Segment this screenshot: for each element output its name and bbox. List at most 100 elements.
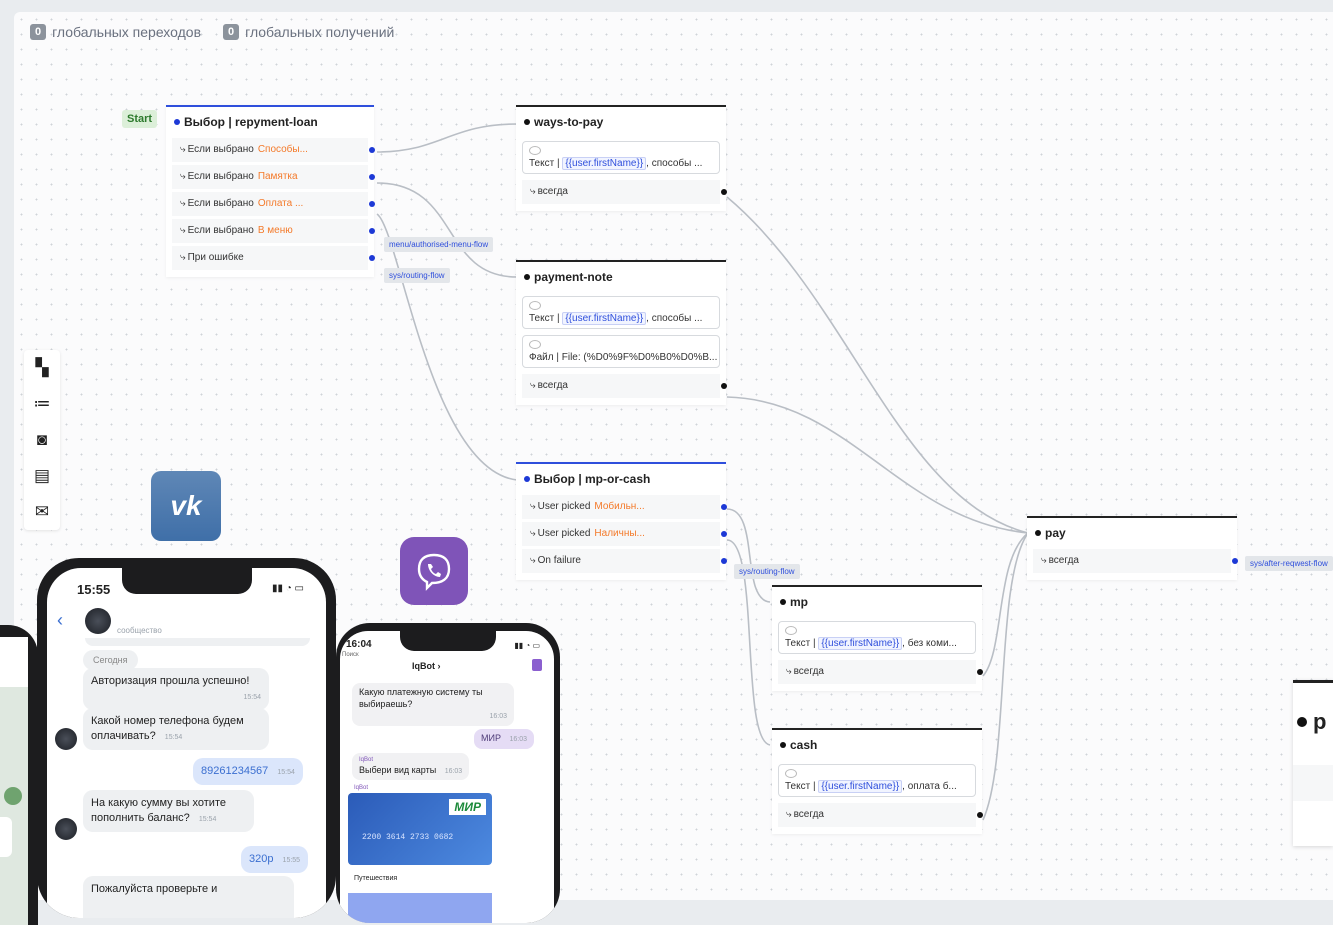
row-value: Памятка bbox=[257, 171, 298, 182]
error-row[interactable]: ⤷ При ошибке bbox=[172, 246, 375, 270]
camera-icon[interactable]: ◙ bbox=[24, 422, 60, 458]
output-port[interactable] bbox=[721, 504, 727, 510]
chat-message-outgoing: 320р 15:55 bbox=[241, 846, 309, 873]
output-port[interactable] bbox=[369, 228, 375, 234]
flow-tag-routing[interactable]: sys/routing-flow bbox=[734, 564, 800, 579]
output-port[interactable] bbox=[721, 558, 727, 564]
node-repayment-loan[interactable]: Выбор | repyment-loan ⤷ Если выбрано Спосо… bbox=[166, 105, 375, 277]
start-badge: Start bbox=[122, 110, 158, 128]
always-row[interactable]: ⤷ всегда bbox=[1033, 549, 1238, 573]
always-row[interactable]: ⤷ всегда bbox=[522, 374, 727, 398]
chat-message: Какой номер телефона будем оплачивать? 1… bbox=[83, 708, 269, 750]
failure-row[interactable]: ⤷ On failure bbox=[522, 549, 727, 573]
bank-card-image[interactable]: МИР 2200 3614 2733 0682 bbox=[348, 793, 492, 865]
node-title-text: ways-to-pay bbox=[534, 115, 604, 129]
file-message[interactable]: Файл | File: (%D0%9F%D0%B0%D0%B... bbox=[522, 335, 720, 368]
output-port[interactable] bbox=[721, 189, 727, 195]
message-time: 15:54 bbox=[198, 815, 217, 823]
input-port[interactable] bbox=[780, 742, 786, 748]
node-mp[interactable]: mp Текст | {{user.firstName}}, без коми.… bbox=[772, 585, 983, 691]
output-port[interactable] bbox=[1232, 558, 1238, 564]
input-port[interactable] bbox=[780, 599, 786, 605]
row-value: Наличны... bbox=[594, 528, 645, 539]
input-port[interactable] bbox=[1035, 530, 1041, 536]
node-payment-note[interactable]: payment-note Текст | {{user.firstName}},… bbox=[516, 260, 727, 405]
status-time: 15:55 bbox=[77, 582, 111, 597]
branch-icon: ⤷ bbox=[180, 252, 186, 263]
bot-avatar bbox=[55, 818, 77, 840]
always-row[interactable]: ⤷ всегда bbox=[778, 803, 983, 827]
message-time: 16:03 bbox=[509, 736, 528, 743]
choice-row[interactable]: ⤷ User picked Наличны... bbox=[522, 522, 727, 546]
counter-badge: 0 bbox=[30, 24, 47, 40]
numbered-list-icon[interactable]: ≔ bbox=[24, 386, 60, 422]
branch-icon: ⤷ bbox=[530, 555, 536, 566]
counter-label: глобальных получений bbox=[245, 24, 395, 40]
choice-row[interactable]: ⤷ Если выбрано Памятка bbox=[172, 165, 375, 189]
mail-icon[interactable]: ✉ bbox=[24, 494, 60, 530]
output-port[interactable] bbox=[369, 255, 375, 261]
community-avatar[interactable] bbox=[85, 608, 111, 634]
bot-name[interactable]: IqBot › bbox=[412, 661, 441, 671]
input-port[interactable] bbox=[174, 119, 180, 125]
search-back-link[interactable]: Поиск bbox=[342, 652, 359, 658]
always-row[interactable]: ⤷ всегда bbox=[778, 660, 983, 684]
node-title-text: cash bbox=[790, 738, 818, 752]
branch-icon: ⤷ bbox=[530, 501, 536, 512]
text-message[interactable]: Текст | {{user.firstName}}, оплата б... bbox=[778, 764, 976, 797]
output-port[interactable] bbox=[977, 812, 983, 818]
choice-row[interactable]: ⤷ Если выбрано В меню bbox=[172, 219, 375, 243]
chat-message: Какую платежную систему ты выбираешь? 16… bbox=[352, 683, 514, 727]
input-port[interactable] bbox=[524, 119, 530, 125]
flow-tag-after-request[interactable]: sys/after-reqwest-flow bbox=[1245, 556, 1333, 571]
node-title-text: Выбор | repyment-loan bbox=[184, 115, 318, 129]
message-text: Пожалуйста проверьте и bbox=[91, 883, 218, 895]
phone-viber: 16:04 Поиск ▮▮ ◔ ▭ IqBot › Какую платежн… bbox=[336, 623, 560, 923]
node-ways-to-pay[interactable]: ways-to-pay Текст | {{user.firstName}}, … bbox=[516, 105, 727, 211]
chat-message: Авторизация прошла успешно! 15:54 bbox=[83, 668, 269, 710]
split-icon[interactable]: ▤ bbox=[24, 458, 60, 494]
choice-row[interactable]: ⤷ User picked Мобильн... bbox=[522, 495, 727, 519]
row-label: Если выбрано bbox=[187, 198, 254, 209]
partial-node[interactable]: р bbox=[1293, 680, 1333, 846]
branch-icon: ⤷ bbox=[530, 380, 536, 391]
left-toolbar: ▚ ≔ ◙ ▤ ✉ bbox=[24, 350, 60, 530]
comment-icon[interactable]: ▚ bbox=[24, 350, 60, 386]
text-message[interactable]: Текст | {{user.firstName}}, без коми... bbox=[778, 621, 976, 654]
bot-profile-icon[interactable] bbox=[532, 659, 542, 671]
output-port[interactable] bbox=[721, 383, 727, 389]
message-text: 89261234567 bbox=[201, 765, 269, 777]
output-port[interactable] bbox=[369, 201, 375, 207]
node-pay[interactable]: pay ⤷ всегда bbox=[1027, 516, 1238, 580]
flow-tag-menu[interactable]: menu/authorised-menu-flow bbox=[384, 237, 494, 252]
file-text: Файл | File: (%D0%9F%D0%B0%D0%B... bbox=[529, 352, 718, 363]
output-port[interactable] bbox=[369, 174, 375, 180]
node-cash[interactable]: cash Текст | {{user.firstName}}, оплата … bbox=[772, 728, 983, 834]
input-port[interactable] bbox=[524, 274, 530, 280]
global-receives-counter[interactable]: 0 глобальных получений bbox=[223, 24, 394, 40]
text-message[interactable]: Текст | {{user.firstName}}, способы ... bbox=[522, 296, 720, 329]
msg-text: , способы ... bbox=[646, 158, 703, 169]
mir-logo-icon: МИР bbox=[449, 799, 486, 815]
choice-row[interactable]: ⤷ Если выбрано Оплата ... bbox=[172, 192, 375, 216]
always-row[interactable]: ⤷ всегда bbox=[522, 180, 727, 204]
back-chevron-icon[interactable]: ‹ bbox=[57, 610, 63, 631]
flow-tag-routing[interactable]: sys/routing-flow bbox=[384, 268, 450, 283]
text-message[interactable]: Текст | {{user.firstName}}, способы ... bbox=[522, 141, 720, 174]
choice-row[interactable]: ⤷ Если выбрано Способы... bbox=[172, 138, 375, 162]
output-port[interactable] bbox=[369, 147, 375, 153]
branch-icon: ⤷ bbox=[786, 809, 792, 820]
row-label: всегда bbox=[1048, 555, 1079, 566]
input-port[interactable] bbox=[1297, 717, 1307, 727]
input-port[interactable] bbox=[524, 476, 530, 482]
bot-avatar bbox=[55, 728, 77, 750]
node-mp-or-cash[interactable]: Выбор | mp-or-cash ⤷ User picked Мобильн..… bbox=[516, 462, 727, 580]
message-time: 15:55 bbox=[282, 857, 301, 864]
global-transitions-counter[interactable]: 0 глобальных переходов bbox=[30, 24, 201, 40]
phone-map-partial bbox=[0, 625, 38, 925]
output-port[interactable] bbox=[977, 669, 983, 675]
output-port[interactable] bbox=[721, 531, 727, 537]
message-bubble-icon bbox=[529, 146, 541, 155]
msg-prefix: Текст | bbox=[785, 638, 816, 649]
phone-bubble-icon bbox=[417, 553, 451, 591]
